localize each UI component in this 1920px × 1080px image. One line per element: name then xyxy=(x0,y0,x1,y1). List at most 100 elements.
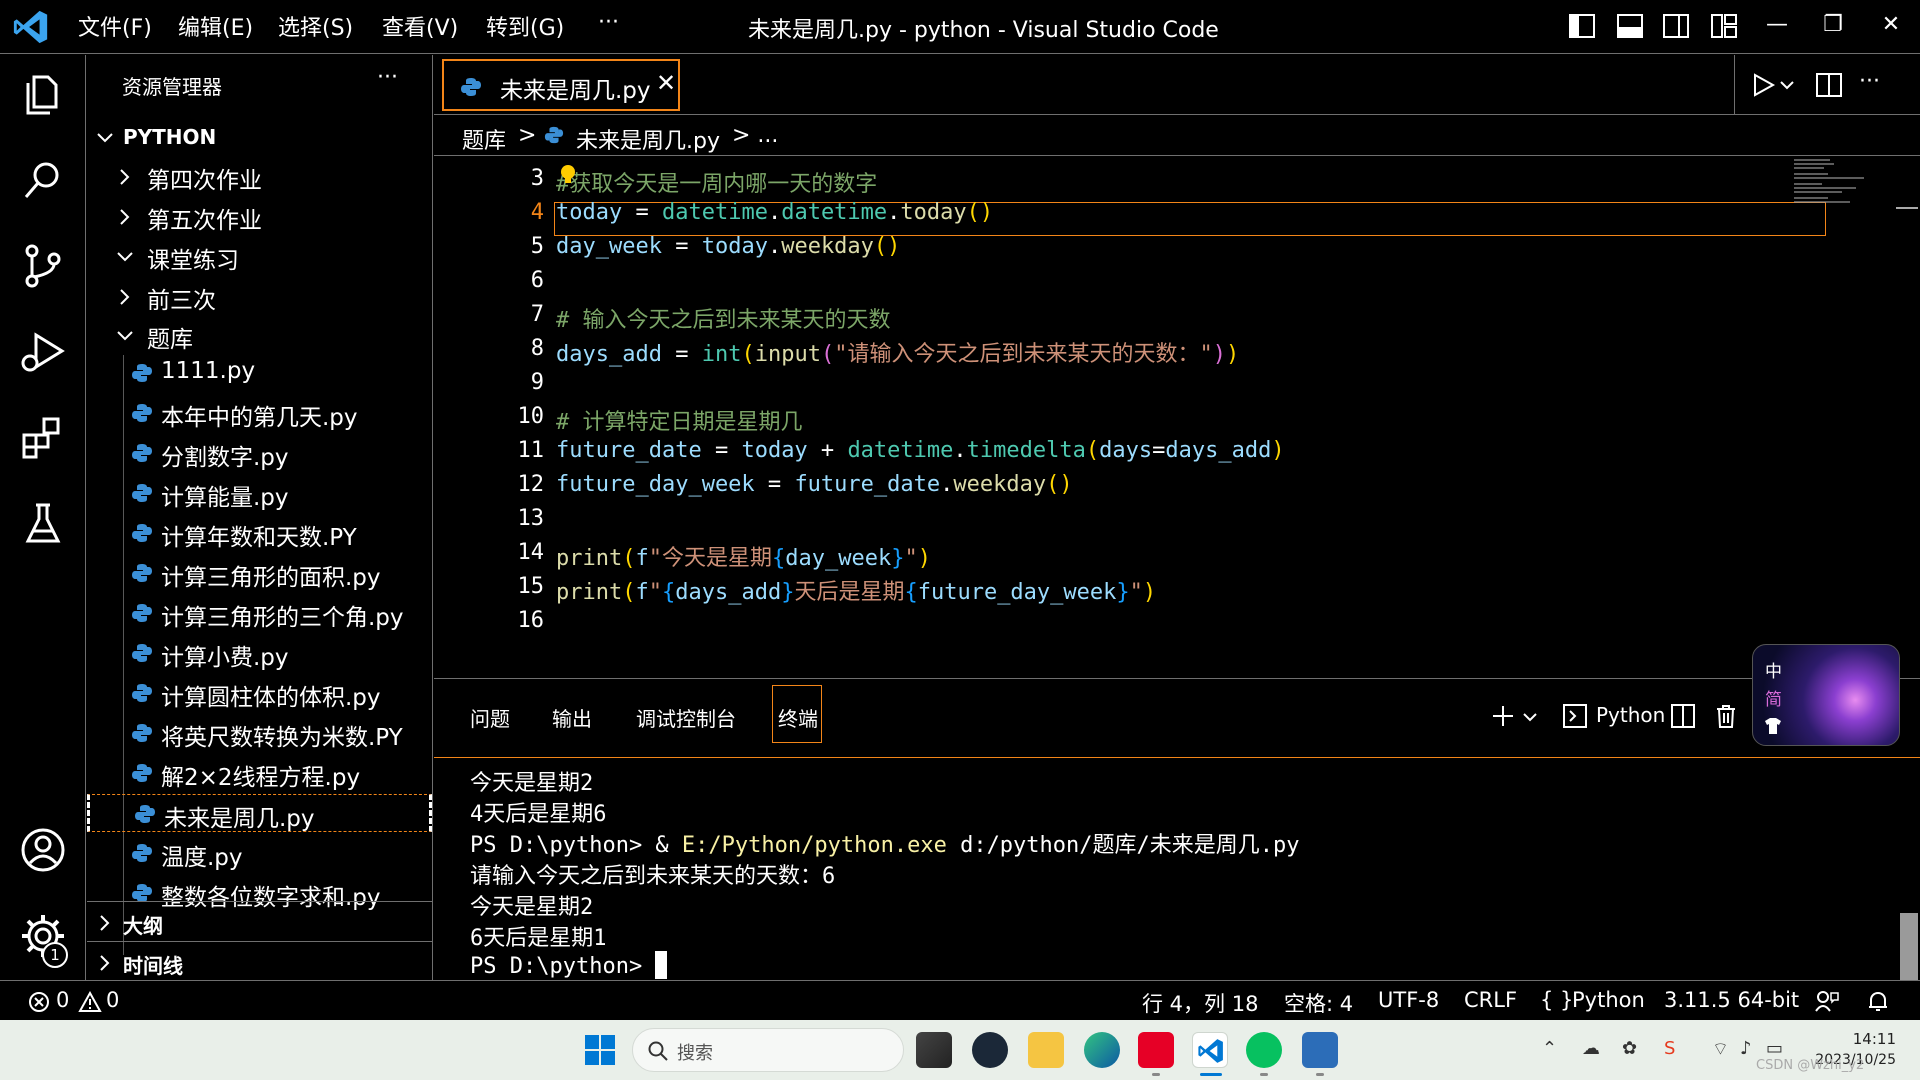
code-editor[interactable]: 3 4 5 6 7 8 9 10 11 12 13 14 15 16 #获取今天… xyxy=(434,157,1920,677)
folder-row[interactable]: 前三次 xyxy=(87,277,432,315)
file-row[interactable]: 计算小费.py xyxy=(87,634,432,672)
volume-icon[interactable]: ♪ xyxy=(1740,1038,1752,1059)
vscode-taskbar-icon[interactable] xyxy=(1192,1032,1228,1068)
file-explorer-icon[interactable] xyxy=(1028,1032,1064,1068)
more-actions-icon[interactable]: ··· xyxy=(1859,69,1880,94)
cursor-position[interactable]: 行 4，列 18 xyxy=(1142,988,1258,1018)
warning-count[interactable]: 0 xyxy=(106,988,119,1012)
feedback-icon[interactable] xyxy=(1814,989,1840,1013)
menu-selection[interactable]: 选择(S) xyxy=(278,10,353,42)
tab-problems[interactable]: 问题 xyxy=(470,703,510,732)
task-view-icon[interactable] xyxy=(916,1032,952,1068)
file-row[interactable]: 温度.py xyxy=(87,834,432,872)
minimize-button[interactable]: — xyxy=(1762,12,1792,37)
tab-debug-console[interactable]: 调试控制台 xyxy=(636,703,736,732)
terminal-scrollbar[interactable] xyxy=(1900,913,1918,981)
new-terminal-plus-icon[interactable] xyxy=(1490,703,1516,729)
restore-button[interactable]: ❐ xyxy=(1818,12,1848,37)
file-row[interactable]: 将英尺数转换为米数.PY xyxy=(87,714,432,752)
tab-close-icon[interactable]: ✕ xyxy=(656,69,676,97)
ime-simplified-indicator[interactable]: 简 xyxy=(1765,685,1782,710)
folder-row[interactable]: 第五次作业 xyxy=(87,197,432,235)
tab-terminal[interactable]: 终端 xyxy=(778,703,818,732)
folder-row[interactable]: 题库 xyxy=(87,316,432,354)
taskbar-search-box[interactable]: 搜索 xyxy=(632,1028,904,1072)
vscode-logo-icon[interactable] xyxy=(12,8,50,46)
run-debug-icon[interactable] xyxy=(18,327,68,377)
file-row[interactable]: 计算三角形的面积.py xyxy=(87,554,432,592)
ime-skin-icon[interactable] xyxy=(1763,717,1783,735)
file-row[interactable]: 解2×2线程方程.py xyxy=(87,754,432,792)
terminal-instance-name[interactable]: Python xyxy=(1596,703,1665,727)
notifications-bell-icon[interactable] xyxy=(1866,989,1890,1013)
netease-music-icon[interactable] xyxy=(1138,1032,1174,1068)
testing-icon[interactable] xyxy=(18,499,68,549)
accounts-icon[interactable] xyxy=(18,825,68,875)
indentation[interactable]: 空格: 4 xyxy=(1284,988,1353,1018)
warning-icon[interactable] xyxy=(78,991,102,1013)
workspace-root[interactable]: PYTHON xyxy=(87,118,432,156)
steam-icon[interactable] xyxy=(972,1032,1008,1068)
battery-icon[interactable]: ▭ xyxy=(1766,1038,1783,1059)
python-interpreter[interactable]: 3.11.5 64-bit xyxy=(1664,988,1799,1012)
windows-start-icon[interactable] xyxy=(584,1034,616,1066)
breadcrumb-file[interactable]: 未来是周几.py xyxy=(576,123,720,155)
source-control-icon[interactable] xyxy=(18,241,68,291)
tray-overflow-chevron-icon[interactable]: ⌃ xyxy=(1542,1038,1557,1059)
language-mode[interactable]: Python xyxy=(1572,988,1645,1012)
explorer-more-button[interactable]: ··· xyxy=(377,65,398,90)
file-row-active[interactable]: 未来是周几.py xyxy=(87,794,432,832)
menu-more[interactable]: ··· xyxy=(598,10,619,35)
extensions-icon[interactable] xyxy=(18,413,68,463)
file-row[interactable]: 计算能量.py xyxy=(87,474,432,512)
tab-output[interactable]: 输出 xyxy=(552,703,592,732)
remote-desktop-icon[interactable] xyxy=(1302,1032,1338,1068)
close-window-button[interactable]: ✕ xyxy=(1876,12,1906,37)
tab-active-file[interactable]: 未来是周几.py ✕ xyxy=(442,59,680,111)
breadcrumb-folder[interactable]: 题库 xyxy=(462,123,506,155)
clock-time[interactable]: 14:11 xyxy=(1796,1030,1896,1048)
error-icon[interactable] xyxy=(28,991,50,1013)
edge-browser-icon[interactable] xyxy=(1084,1032,1120,1068)
file-row[interactable]: 本年中的第几天.py xyxy=(87,394,432,432)
trash-icon[interactable] xyxy=(1714,703,1738,729)
chevron-down-icon[interactable] xyxy=(1522,709,1538,725)
split-terminal-icon[interactable] xyxy=(1670,703,1696,729)
file-row[interactable]: 1111.py xyxy=(87,354,432,392)
wifi-icon[interactable]: ⌔ xyxy=(1712,1038,1729,1061)
chevron-down-icon[interactable] xyxy=(1779,77,1795,93)
file-row[interactable]: 计算三角形的三个角.py xyxy=(87,594,432,632)
ime-widget[interactable]: 中 简 xyxy=(1752,644,1900,746)
wechat-icon[interactable] xyxy=(1246,1032,1282,1068)
menu-edit[interactable]: 编辑(E) xyxy=(178,10,253,42)
ime-s-icon[interactable]: S xyxy=(1664,1038,1675,1059)
breadcrumb-symbol[interactable]: > ... xyxy=(732,123,778,148)
toggle-primary-sidebar-icon[interactable] xyxy=(1568,12,1596,40)
end-of-line[interactable]: CRLF xyxy=(1464,988,1517,1012)
menu-file[interactable]: 文件(F) xyxy=(78,10,152,42)
menu-view[interactable]: 查看(V) xyxy=(382,10,458,42)
folder-row[interactable]: 课堂练习 xyxy=(87,237,432,275)
toggle-secondary-sidebar-icon[interactable] xyxy=(1662,12,1690,40)
tray-app-icon[interactable]: ✿ xyxy=(1622,1038,1637,1059)
ime-language-indicator[interactable]: 中 xyxy=(1765,657,1782,682)
lightbulb-icon[interactable] xyxy=(558,163,578,187)
outline-section[interactable]: 大纲 xyxy=(87,903,432,941)
terminal-input-line[interactable]: PS D:\python> xyxy=(470,951,668,979)
timeline-section[interactable]: 时间线 xyxy=(87,943,432,981)
onedrive-cloud-icon[interactable]: ☁ xyxy=(1582,1038,1600,1059)
explorer-icon[interactable] xyxy=(18,69,68,119)
file-row[interactable]: 计算圆柱体的体积.py xyxy=(87,674,432,712)
folder-row[interactable]: 第四次作业 xyxy=(87,157,432,195)
error-count[interactable]: 0 xyxy=(56,988,69,1012)
run-python-file-icon[interactable] xyxy=(1749,71,1777,99)
split-editor-icon[interactable] xyxy=(1815,71,1843,99)
file-row[interactable]: 计算年数和天数.PY xyxy=(87,514,432,552)
encoding[interactable]: UTF-8 xyxy=(1378,988,1439,1012)
menu-go[interactable]: 转到(G) xyxy=(486,10,564,42)
search-icon[interactable] xyxy=(18,155,68,205)
active-app-indicator xyxy=(1200,1073,1222,1076)
file-row[interactable]: 分割数字.py xyxy=(87,434,432,472)
toggle-panel-icon[interactable] xyxy=(1616,12,1644,40)
customize-layout-icon[interactable] xyxy=(1710,12,1738,40)
